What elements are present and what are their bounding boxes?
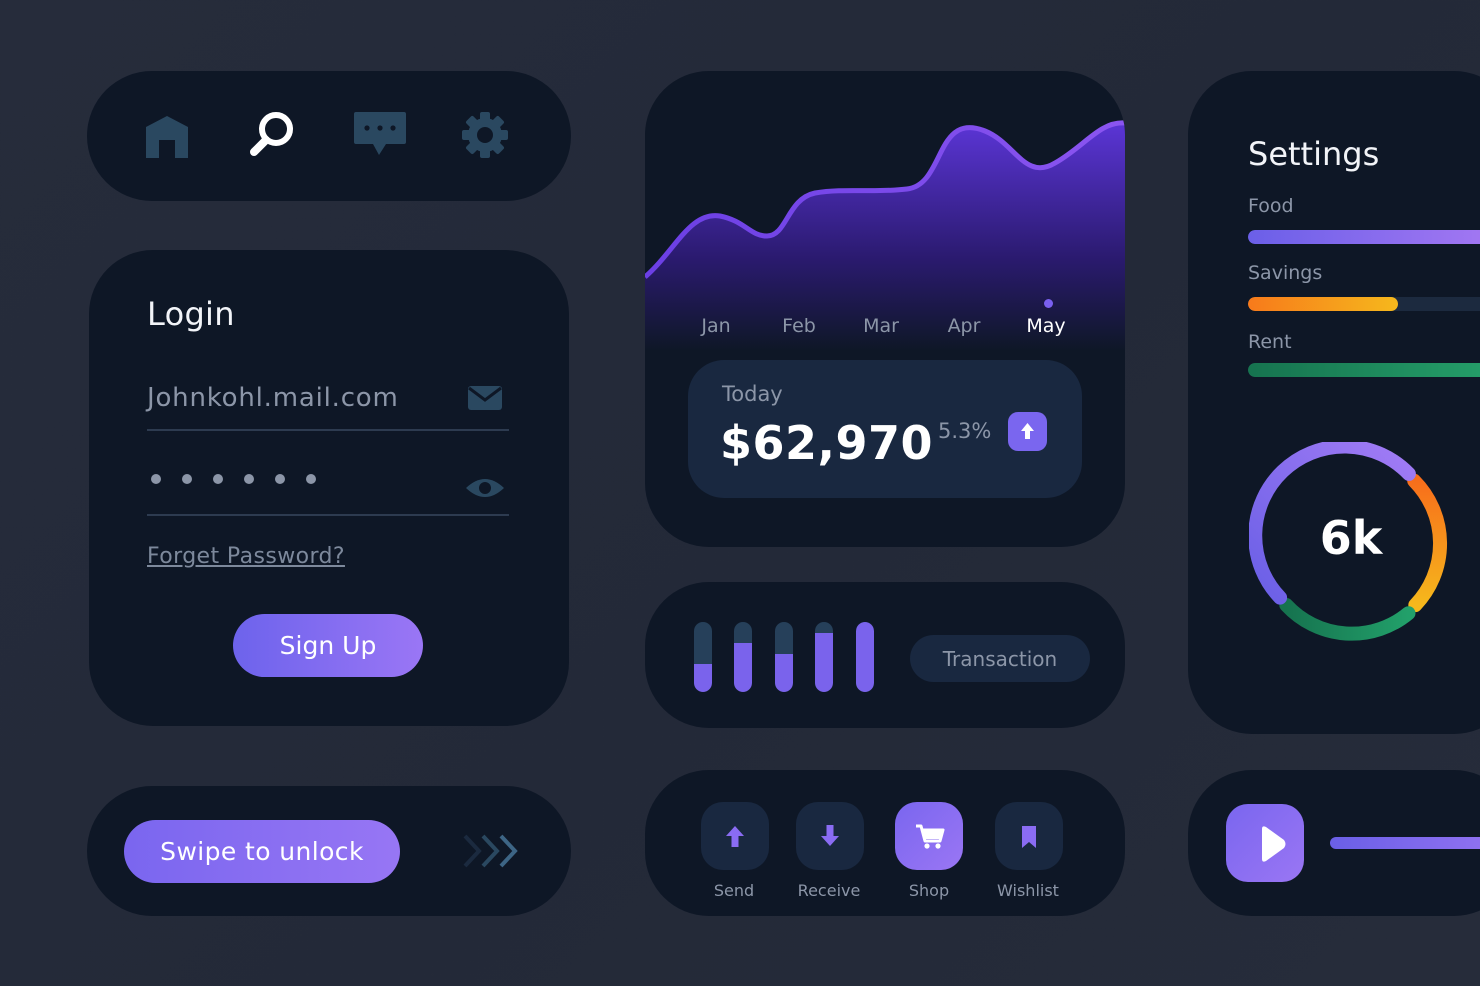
earnings-chart-card: Jan Feb Mar Apr May Today $62,970 5.3% bbox=[645, 71, 1125, 547]
media-player-card bbox=[1188, 770, 1480, 916]
transaction-bar bbox=[815, 622, 833, 692]
month-label[interactable]: Jan bbox=[701, 315, 730, 337]
change-percent: 5.3% bbox=[938, 419, 992, 443]
transaction-bar-fill bbox=[815, 632, 833, 692]
playback-progress-bar[interactable] bbox=[1330, 837, 1480, 849]
month-label[interactable]: Mar bbox=[863, 315, 899, 337]
play-icon bbox=[1262, 826, 1286, 862]
chat-icon[interactable] bbox=[352, 110, 408, 160]
settings-title: Settings bbox=[1248, 135, 1380, 173]
area-chart bbox=[645, 120, 1125, 351]
search-icon[interactable] bbox=[247, 110, 297, 160]
home-icon[interactable] bbox=[142, 110, 192, 160]
rent-progress-bar[interactable] bbox=[1248, 363, 1480, 377]
setting-label-food: Food bbox=[1248, 195, 1294, 217]
today-summary: Today $62,970 5.3% bbox=[688, 360, 1082, 498]
sign-up-button[interactable]: Sign Up bbox=[233, 614, 423, 677]
arrow-up-icon bbox=[1008, 412, 1047, 451]
quick-actions-card: Send Receive Shop Wishlist bbox=[645, 770, 1125, 916]
email-underline bbox=[147, 429, 509, 431]
send-label: Send bbox=[713, 881, 755, 900]
login-title: Login bbox=[147, 295, 235, 333]
arrow-down-icon bbox=[821, 825, 839, 846]
arrow-up-icon bbox=[726, 826, 744, 847]
gear-icon[interactable] bbox=[460, 110, 510, 160]
today-label: Today bbox=[722, 382, 783, 406]
wishlist-label: Wishlist bbox=[997, 881, 1059, 900]
transaction-bar bbox=[856, 622, 874, 692]
month-label-active[interactable]: May bbox=[1026, 315, 1065, 337]
swipe-card: Swipe to unlock bbox=[87, 786, 571, 916]
today-value: $62,970 bbox=[720, 416, 934, 470]
password-underline bbox=[147, 514, 509, 516]
setting-label-savings: Savings bbox=[1248, 262, 1323, 284]
setting-label-rent: Rent bbox=[1248, 331, 1292, 353]
transaction-bar-fill bbox=[856, 622, 874, 692]
transaction-bar-fill bbox=[734, 643, 752, 692]
send-button[interactable] bbox=[701, 802, 769, 870]
settings-card: Settings Food Savings Rent 6k bbox=[1188, 71, 1480, 734]
chevrons-right-icon bbox=[461, 832, 525, 870]
mail-icon bbox=[467, 384, 503, 416]
food-progress-fill bbox=[1248, 230, 1480, 244]
wishlist-button[interactable] bbox=[995, 802, 1063, 870]
gauge-value: 6k bbox=[1319, 511, 1383, 565]
food-progress-bar[interactable] bbox=[1248, 230, 1480, 244]
transaction-button[interactable]: Transaction bbox=[910, 635, 1090, 682]
transaction-bar bbox=[775, 622, 793, 692]
month-label[interactable]: Apr bbox=[948, 315, 981, 337]
transaction-bar bbox=[694, 622, 712, 692]
forgot-password-link[interactable]: Forget Password? bbox=[147, 544, 345, 569]
login-card: Login Johnkohl.mail.com Forget Password?… bbox=[89, 250, 569, 726]
password-field[interactable] bbox=[151, 474, 316, 484]
cart-icon bbox=[916, 824, 945, 849]
receive-button[interactable] bbox=[796, 802, 864, 870]
active-month-dot bbox=[1044, 299, 1053, 308]
savings-progress-fill bbox=[1248, 297, 1398, 311]
email-field[interactable]: Johnkohl.mail.com bbox=[147, 383, 399, 413]
play-button[interactable] bbox=[1226, 804, 1304, 882]
bookmark-icon bbox=[1022, 826, 1036, 848]
transaction-bar bbox=[734, 622, 752, 692]
eye-icon[interactable] bbox=[464, 474, 506, 506]
swipe-to-unlock-button[interactable]: Swipe to unlock bbox=[124, 820, 400, 883]
month-label[interactable]: Feb bbox=[782, 315, 816, 337]
savings-progress-bar[interactable] bbox=[1248, 297, 1480, 311]
transaction-bar-fill bbox=[775, 653, 793, 692]
rent-progress-fill bbox=[1248, 363, 1480, 377]
shop-button[interactable] bbox=[895, 802, 963, 870]
receive-label: Receive bbox=[797, 881, 861, 900]
shop-label: Shop bbox=[908, 881, 950, 900]
transaction-bar-fill bbox=[694, 664, 712, 692]
transaction-card: Transaction bbox=[645, 582, 1125, 728]
